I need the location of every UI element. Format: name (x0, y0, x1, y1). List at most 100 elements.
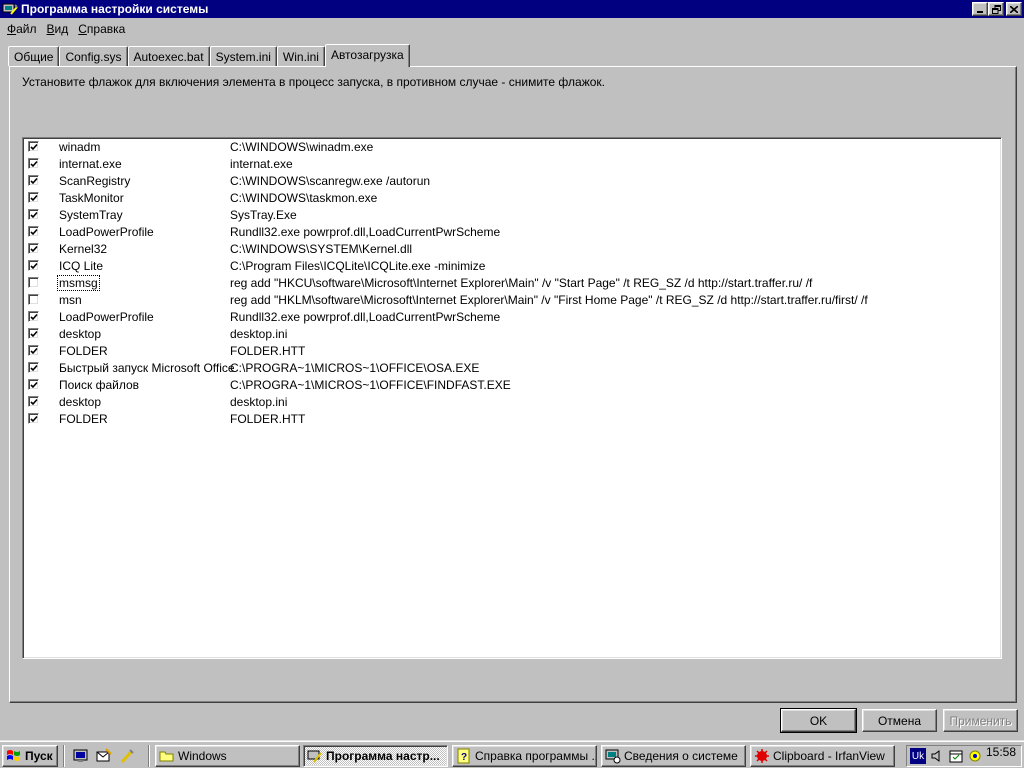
startup-item-command: SysTray.Exe (230, 208, 297, 222)
startup-item-command: FOLDER.HTT (230, 412, 306, 426)
startup-items-list[interactable]: winadm C:\WINDOWS\winadm.exe internat.exe i… (22, 137, 1002, 659)
irfanview-icon (754, 748, 770, 764)
startup-item-checkbox[interactable] (28, 141, 39, 152)
startup-item-row[interactable]: winadm C:\WINDOWS\winadm.exe (23, 139, 983, 156)
startup-item-name: Поиск файлов (59, 378, 140, 392)
task-windows[interactable]: Windows (155, 745, 300, 767)
startup-item-checkbox[interactable] (28, 294, 39, 305)
startup-item-row[interactable]: Поиск файлов C:\PROGRA~1\MICROS~1\OFFICE\… (23, 377, 983, 394)
startup-item-row[interactable]: SystemTray SysTray.Exe (23, 207, 983, 224)
outlook-express-icon[interactable] (95, 747, 113, 765)
startup-item-checkbox[interactable] (28, 277, 39, 288)
system-config-quicklaunch-icon[interactable] (118, 747, 136, 765)
startup-item-command: C:\Program Files\ICQLite\ICQLite.exe -mi… (230, 259, 486, 273)
startup-item-command: C:\PROGRA~1\MICROS~1\OFFICE\OSA.EXE (230, 361, 480, 375)
language-indicator[interactable]: Uk (910, 748, 926, 764)
startup-item-name: msn (59, 293, 82, 307)
folder-icon (159, 748, 175, 764)
startup-item-name: LoadPowerProfile (59, 310, 154, 324)
startup-item-row[interactable]: Быстрый запуск Microsoft Office C:\PROGRA… (23, 360, 983, 377)
startup-item-command: internat.exe (230, 157, 293, 171)
tab-win-ini[interactable]: Win.ini (276, 46, 325, 66)
tab-general[interactable]: Общие (8, 46, 60, 66)
startup-item-row[interactable]: msmsg reg add "HKCU\software\Microsoft\In… (23, 275, 983, 292)
startup-item-row[interactable]: TaskMonitor C:\WINDOWS\taskmon.exe (23, 190, 983, 207)
startup-item-checkbox[interactable] (28, 158, 39, 169)
restore-button[interactable] (988, 2, 1004, 16)
startup-item-name: FOLDER (59, 344, 108, 358)
startup-item-row[interactable]: ScanRegistry C:\WINDOWS\scanregw.exe /aut… (23, 173, 983, 190)
startup-item-name: SystemTray (59, 208, 123, 222)
close-button[interactable] (1006, 2, 1022, 16)
menu-help[interactable]: Справка (73, 22, 130, 36)
system-config-icon (307, 748, 323, 764)
start-button[interactable]: Пуск (2, 745, 58, 767)
startup-item-command: FOLDER.HTT (230, 344, 306, 358)
startup-item-checkbox[interactable] (28, 226, 39, 237)
task-system-info[interactable]: Сведения о системе (601, 745, 746, 767)
startup-item-command: C:\WINDOWS\scanregw.exe /autorun (230, 174, 431, 188)
startup-item-name: ScanRegistry (59, 174, 131, 188)
startup-item-row[interactable]: Kernel32 C:\WINDOWS\SYSTEM\Kernel.dll (23, 241, 983, 258)
startup-item-command: reg add "HKLM\software\Microsoft\Interne… (230, 293, 868, 307)
startup-item-checkbox[interactable] (28, 413, 39, 424)
minimize-button[interactable] (972, 2, 988, 16)
startup-item-row[interactable]: ICQ Lite C:\Program Files\ICQLite\ICQLite… (23, 258, 983, 275)
instruction-text: Установите флажок для включения элемента… (22, 75, 605, 89)
startup-item-name: desktop (59, 327, 102, 341)
svg-text:?: ? (461, 752, 467, 763)
display-settings-icon[interactable] (967, 748, 983, 764)
startup-item-checkbox[interactable] (28, 192, 39, 203)
startup-item-checkbox[interactable] (28, 311, 39, 322)
tab-autoexec-bat[interactable]: Autoexec.bat (127, 46, 210, 66)
title-bar[interactable]: Программа настройки системы (0, 0, 1024, 18)
startup-item-checkbox[interactable] (28, 209, 39, 220)
startup-item-checkbox[interactable] (28, 328, 39, 339)
volume-icon[interactable] (929, 748, 945, 764)
startup-item-command: desktop.ini (230, 395, 288, 409)
task-system-config[interactable]: Программа настр... (303, 745, 448, 767)
tab-config-sys[interactable]: Config.sys (59, 46, 128, 66)
tab-system-ini[interactable]: System.ini (209, 46, 277, 66)
startup-item-row[interactable]: LoadPowerProfile Rundll32.exe powrprof.dl… (23, 224, 983, 241)
startup-item-row[interactable]: LoadPowerProfile Rundll32.exe powrprof.dl… (23, 309, 983, 326)
task-irfanview[interactable]: Clipboard - IrfanView (750, 745, 895, 767)
tab-startup[interactable]: Автозагрузка (324, 44, 410, 67)
menu-view[interactable]: Вид (42, 22, 74, 36)
startup-item-name: winadm (59, 140, 101, 154)
startup-item-name: LoadPowerProfile (59, 225, 154, 239)
startup-item-checkbox[interactable] (28, 243, 39, 254)
show-desktop-icon[interactable] (72, 747, 90, 765)
startup-item-row[interactable]: internat.exe internat.exe (23, 156, 983, 173)
startup-item-row[interactable]: FOLDER FOLDER.HTT (23, 343, 983, 360)
apply-button[interactable]: Применить (943, 709, 1018, 732)
startup-item-command: desktop.ini (230, 327, 288, 341)
task-help[interactable]: ? Справка программы ... (452, 745, 597, 767)
startup-item-command: Rundll32.exe powrprof.dll,LoadCurrentPwr… (230, 225, 501, 239)
task-scheduler-icon[interactable] (948, 748, 964, 764)
startup-item-name: Kernel32 (59, 242, 108, 256)
system-config-app-icon[interactable] (2, 2, 18, 16)
startup-item-command: C:\PROGRA~1\MICROS~1\OFFICE\FINDFAST.EXE (230, 378, 511, 392)
startup-item-checkbox[interactable] (28, 379, 39, 390)
startup-item-checkbox[interactable] (28, 396, 39, 407)
startup-item-checkbox[interactable] (28, 345, 39, 356)
startup-item-checkbox[interactable] (28, 175, 39, 186)
startup-item-row[interactable]: desktop desktop.ini (23, 326, 983, 343)
startup-item-command: C:\WINDOWS\SYSTEM\Kernel.dll (230, 242, 413, 256)
startup-item-checkbox[interactable] (28, 260, 39, 271)
startup-item-row[interactable]: msn reg add "HKLM\software\Microsoft\Inte… (23, 292, 983, 309)
startup-item-row[interactable]: FOLDER FOLDER.HTT (23, 411, 983, 428)
startup-item-name: TaskMonitor (59, 191, 124, 205)
help-icon: ? (456, 748, 472, 764)
startup-item-name: internat.exe (59, 157, 122, 171)
startup-item-row[interactable]: desktop desktop.ini (23, 394, 983, 411)
clock[interactable]: 15:58 (986, 745, 1016, 759)
startup-item-checkbox[interactable] (28, 362, 39, 373)
menu-file[interactable]: Файл (2, 22, 42, 36)
ok-button[interactable]: OK (780, 708, 857, 733)
startup-tab-panel: Установите флажок для включения элемента… (9, 66, 1017, 703)
startup-item-name: msmsg (57, 275, 100, 291)
cancel-button[interactable]: Отмена (862, 709, 937, 732)
startup-item-command: C:\WINDOWS\winadm.exe (230, 140, 374, 154)
